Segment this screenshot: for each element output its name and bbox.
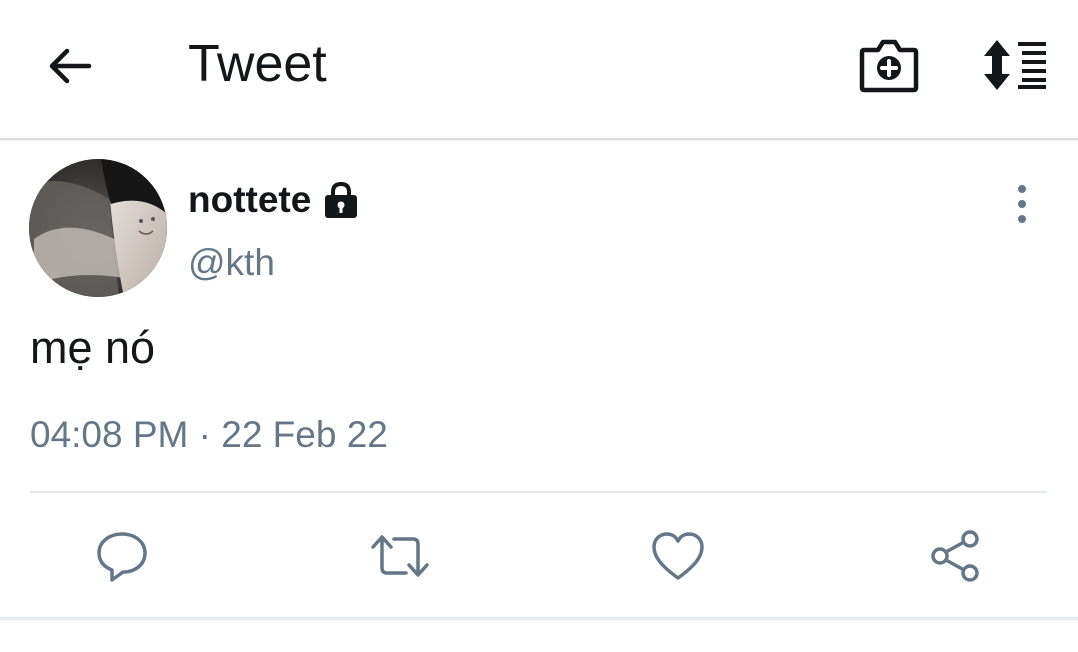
avatar-image xyxy=(29,159,167,297)
reply-icon xyxy=(97,532,147,582)
tweet-timestamp: 04:08 PM · 22 Feb 22 xyxy=(30,414,388,455)
lock-icon xyxy=(325,181,358,218)
more-options-button[interactable] xyxy=(1006,182,1038,226)
app-bar: Tweet xyxy=(0,0,1078,140)
sort-toggle-button[interactable] xyxy=(980,38,1050,92)
more-vertical-icon xyxy=(1018,185,1026,223)
author-name-row[interactable]: nottete xyxy=(188,178,361,222)
arrow-left-icon xyxy=(49,48,92,84)
camera-add-icon xyxy=(859,39,919,93)
share-icon xyxy=(931,530,979,582)
avatar[interactable] xyxy=(29,159,167,297)
reply-button[interactable] xyxy=(94,528,150,584)
retweet-button[interactable] xyxy=(370,528,429,584)
display-name[interactable]: nottete xyxy=(188,179,311,221)
camera-button[interactable] xyxy=(858,36,920,94)
sort-list-icon xyxy=(984,40,1046,90)
tweet-text: mẹ nó xyxy=(30,322,156,373)
divider xyxy=(30,491,1047,493)
share-button[interactable] xyxy=(928,528,984,584)
user-handle[interactable]: @kth xyxy=(188,242,275,284)
back-button[interactable] xyxy=(44,42,96,90)
section-divider xyxy=(0,617,1078,620)
retweet-icon xyxy=(371,535,429,577)
like-button[interactable] xyxy=(650,528,706,584)
like-icon xyxy=(652,532,704,580)
page-title: Tweet xyxy=(188,35,327,93)
tweet-detail-screen: Tweet nottete @kth mẹ nó 04:08 PM · 22 F… xyxy=(0,0,1078,652)
